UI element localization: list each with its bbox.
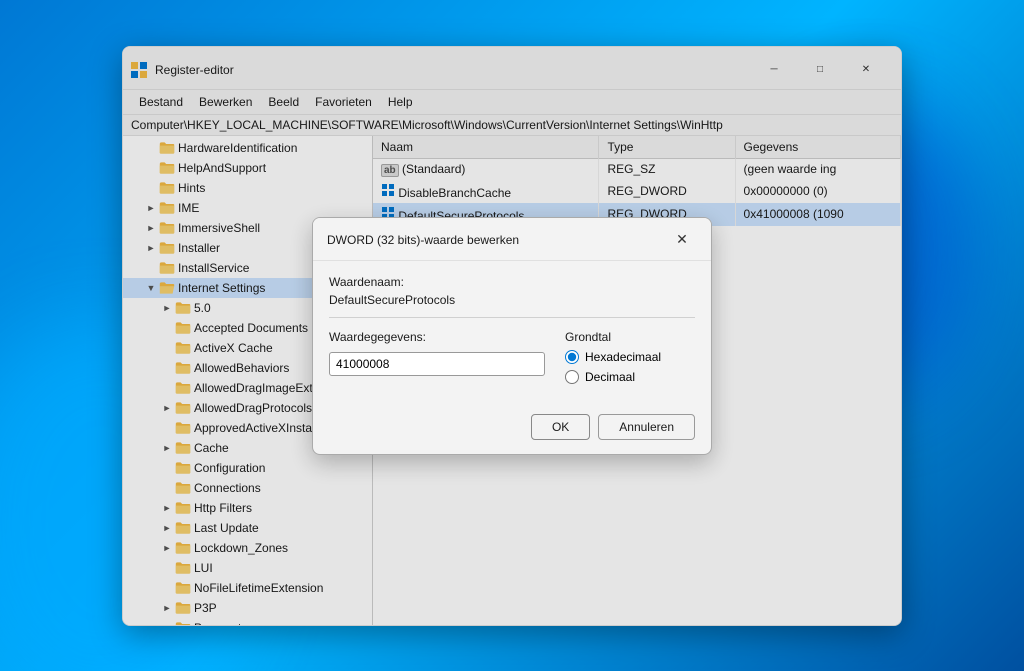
- dialog-ok-button[interactable]: OK: [531, 414, 590, 440]
- radio-dec-label: Decimaal: [585, 370, 635, 384]
- dialog-data-label: Waardegegevens:: [329, 330, 545, 344]
- dialog-buttons: OK Annuleren: [313, 404, 711, 454]
- dialog-value-name: DefaultSecureProtocols: [329, 293, 695, 318]
- radio-hex-input[interactable]: [565, 350, 579, 364]
- dialog-input-section: Waardegegevens:: [329, 330, 545, 376]
- dialog-title: DWORD (32 bits)-waarde bewerken: [327, 233, 667, 247]
- radio-hexadecimaal[interactable]: Hexadecimaal: [565, 350, 695, 364]
- radio-decimaal[interactable]: Decimaal: [565, 370, 695, 384]
- dialog-row: Waardegegevens: Grondtal Hexadecimaal De…: [329, 330, 695, 390]
- dialog-cancel-button[interactable]: Annuleren: [598, 414, 695, 440]
- registry-editor-window: Register-editor ─ □ ✕ Bestand Bewerken B…: [122, 46, 902, 626]
- dialog-value-input[interactable]: [329, 352, 545, 376]
- dword-edit-dialog: DWORD (32 bits)-waarde bewerken ✕ Waarde…: [312, 217, 712, 455]
- dialog-radio-section: Grondtal Hexadecimaal Decimaal: [565, 330, 695, 390]
- radio-dec-input[interactable]: [565, 370, 579, 384]
- radio-group-label: Grondtal: [565, 330, 695, 344]
- dialog-body: Waardenaam: DefaultSecureProtocols Waard…: [313, 261, 711, 404]
- dialog-overlay: DWORD (32 bits)-waarde bewerken ✕ Waarde…: [123, 47, 901, 625]
- dialog-close-button[interactable]: ✕: [667, 228, 697, 252]
- radio-hex-label: Hexadecimaal: [585, 350, 661, 364]
- dialog-title-bar: DWORD (32 bits)-waarde bewerken ✕: [313, 218, 711, 261]
- dialog-name-label: Waardenaam:: [329, 275, 695, 289]
